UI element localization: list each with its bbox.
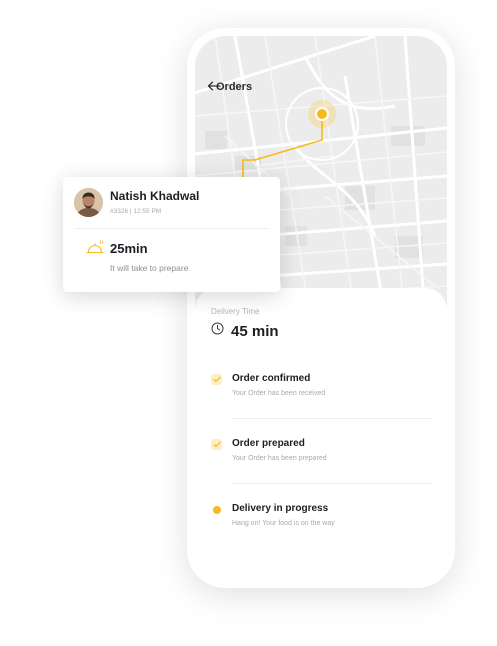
phone-frame: Orders Delivery Time 45 min Order confir… xyxy=(187,28,455,588)
customer-name: Natish Khadwal xyxy=(110,189,200,203)
check-icon xyxy=(211,374,222,385)
step-title: Order confirmed xyxy=(232,373,311,384)
delivery-time-value: 45 min xyxy=(231,322,279,340)
phone-screen: Orders Delivery Time 45 min Order confir… xyxy=(195,36,447,580)
delivery-sheet: Delivery Time 45 min Order confirmed You… xyxy=(195,288,447,580)
progress-dot-icon xyxy=(211,504,222,515)
card-divider xyxy=(74,228,270,229)
map-header: Orders xyxy=(207,81,252,93)
clock-icon xyxy=(211,322,224,340)
prep-description: It will take to prepare xyxy=(110,263,189,273)
location-pin-icon[interactable] xyxy=(317,109,327,119)
delivery-time-row: 45 min xyxy=(211,322,279,340)
map-title: Orders xyxy=(216,81,253,93)
step-subtitle: Your Order has been received xyxy=(232,390,326,397)
order-info-card[interactable]: Natish Khadwal #3326 | 12:55 PM 25min It… xyxy=(63,177,280,292)
delivery-time-label: Delivery Time xyxy=(211,307,260,316)
step-subtitle: Hang on! Your food is on the way xyxy=(232,520,335,527)
step-title: Order prepared xyxy=(232,438,305,449)
step-title: Delivery in progress xyxy=(232,503,329,514)
prep-time: 25min xyxy=(110,241,148,256)
avatar xyxy=(74,188,103,217)
step-subtitle: Your Order has been prepared xyxy=(232,455,327,462)
check-icon xyxy=(211,439,222,450)
order-meta: #3326 | 12:55 PM xyxy=(110,208,162,215)
step-divider xyxy=(232,418,433,419)
cooking-icon xyxy=(86,240,105,259)
step-divider xyxy=(232,483,433,484)
